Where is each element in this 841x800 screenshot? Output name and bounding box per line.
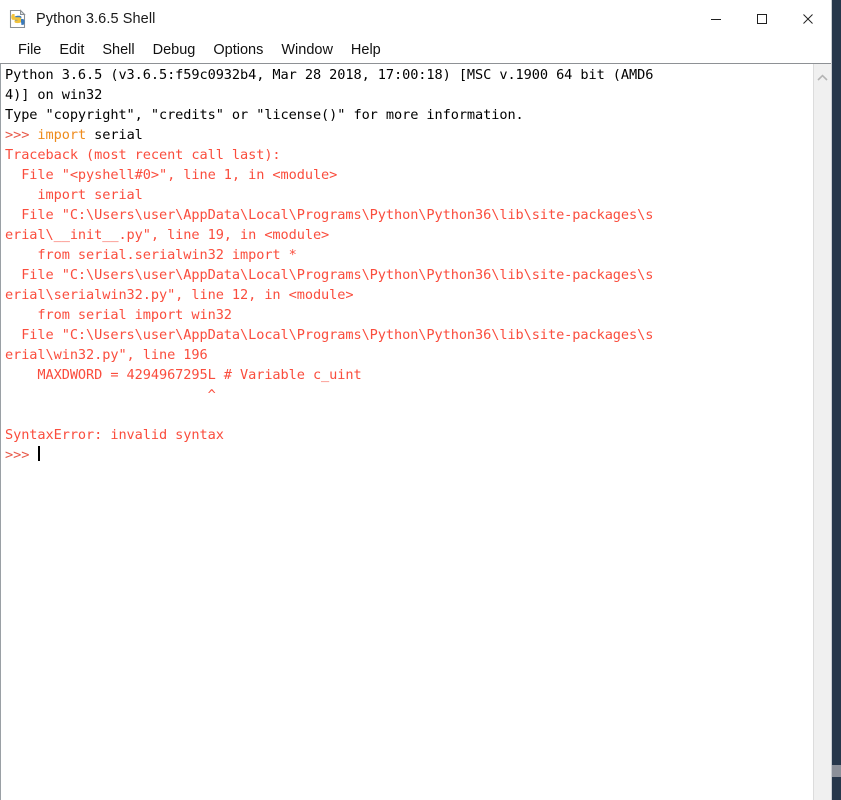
maximize-button[interactable] (739, 0, 785, 38)
menu-item-debug[interactable]: Debug (144, 40, 205, 61)
text-cursor (38, 446, 41, 461)
console-line: ^ (5, 385, 813, 405)
console-segment: Python 3.6.5 (v3.6.5:f59c0932b4, Mar 28 … (5, 67, 654, 83)
console-segment: import serial (5, 187, 143, 203)
console-segment: serial (86, 127, 143, 143)
console-line: File "<pyshell#0>", line 1, in <module> (5, 165, 813, 185)
console-output: Python 3.6.5 (v3.6.5:f59c0932b4, Mar 28 … (1, 64, 813, 465)
console-segment: ^ (5, 387, 216, 403)
console-line: >>> import serial (5, 125, 813, 145)
console-segment: SyntaxError: invalid syntax (5, 427, 224, 443)
console-segment: import (37, 127, 87, 143)
console-line: erial\win32.py", line 196 (5, 345, 813, 365)
console-line: MAXDWORD = 4294967295L # Variable c_uint (5, 365, 813, 385)
window-controls (693, 0, 831, 38)
window-title: Python 3.6.5 Shell (36, 11, 156, 27)
menu-item-edit[interactable]: Edit (50, 40, 93, 61)
console-line: >>> (5, 445, 813, 465)
background-window-body (832, 0, 841, 800)
console-segment: from serial.serialwin32 import * (5, 247, 297, 263)
menu-item-help[interactable]: Help (342, 40, 390, 61)
console-segment: File "C:\Users\user\AppData\Local\Progra… (5, 207, 654, 223)
console-segment: Traceback (most recent call last): (5, 147, 281, 163)
console-line: Type "copyright", "credits" or "license(… (5, 105, 813, 125)
console-line: File "C:\Users\user\AppData\Local\Progra… (5, 325, 813, 345)
shell-body: Python 3.6.5 (v3.6.5:f59c0932b4, Mar 28 … (0, 63, 831, 800)
console-line: from serial.serialwin32 import * (5, 245, 813, 265)
menu-item-options[interactable]: Options (204, 40, 272, 61)
menu-item-window[interactable]: Window (272, 40, 342, 61)
minimize-button[interactable] (693, 0, 739, 38)
background-window-footer (832, 765, 841, 777)
console-line: File "C:\Users\user\AppData\Local\Progra… (5, 205, 813, 225)
menu-item-file[interactable]: File (9, 40, 50, 61)
console-line: SyntaxError: invalid syntax (5, 425, 813, 445)
console-segment: MAXDWORD = 4294967295L # Variable c_uint (5, 367, 362, 383)
console-segment: Type "copyright", "credits" or "license(… (5, 107, 524, 123)
console-line: File "C:\Users\user\AppData\Local\Progra… (5, 265, 813, 285)
python-shell-window: Python 3.6.5 Shell File Edit Shell Debug… (0, 0, 832, 800)
console-line: Python 3.6.5 (v3.6.5:f59c0932b4, Mar 28 … (5, 65, 813, 85)
title-bar[interactable]: Python 3.6.5 Shell (0, 0, 831, 38)
console-segment: >>> (5, 127, 38, 143)
console-segment: >>> (5, 447, 38, 463)
menu-item-shell[interactable]: Shell (93, 40, 143, 61)
console-segment: erial\__init__.py", line 19, in <module> (5, 227, 330, 243)
console-line: erial\serialwin32.py", line 12, in <modu… (5, 285, 813, 305)
console-line: Traceback (most recent call last): (5, 145, 813, 165)
chevron-up-icon[interactable] (814, 70, 831, 85)
console-line: 4)] on win32 (5, 85, 813, 105)
console-segment: File "<pyshell#0>", line 1, in <module> (5, 167, 338, 183)
menu-bar: File Edit Shell Debug Options Window Hel… (0, 38, 831, 63)
console-segment: File "C:\Users\user\AppData\Local\Progra… (5, 327, 654, 343)
console-segment: erial\win32.py", line 196 (5, 347, 208, 363)
console-segment: erial\serialwin32.py", line 12, in <modu… (5, 287, 354, 303)
console-line: import serial (5, 185, 813, 205)
console-segment: 4)] on win32 (5, 87, 103, 103)
console-line: erial\__init__.py", line 19, in <module> (5, 225, 813, 245)
python-file-icon (7, 8, 29, 30)
console-segment: File "C:\Users\user\AppData\Local\Progra… (5, 267, 654, 283)
console-line: from serial import win32 (5, 305, 813, 325)
console-text-area[interactable]: Python 3.6.5 (v3.6.5:f59c0932b4, Mar 28 … (0, 64, 813, 800)
console-segment: from serial import win32 (5, 307, 232, 323)
close-button[interactable] (785, 0, 831, 38)
console-scrollbar[interactable] (813, 64, 831, 800)
